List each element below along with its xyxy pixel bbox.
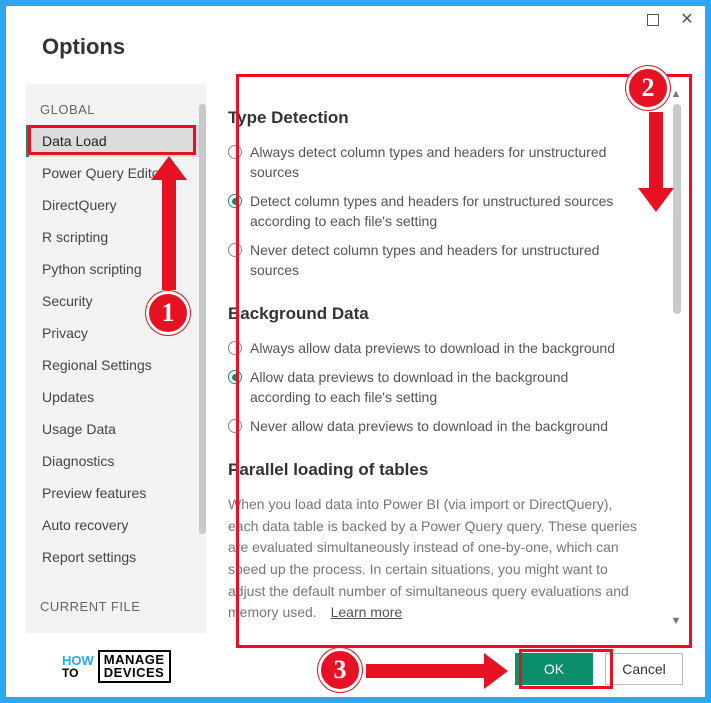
sidebar-item-auto-recovery[interactable]: Auto recovery <box>26 509 206 541</box>
dialog-footer: OK Cancel <box>515 653 683 685</box>
watermark-box: MANAGE DEVICES <box>98 650 171 683</box>
parallel-loading-text: When you load data into Power BI (via im… <box>228 490 638 624</box>
close-button[interactable]: ✕ <box>679 12 695 28</box>
radio-label: Detect column types and headers for unst… <box>250 192 628 231</box>
sidebar-item-cf-data-load[interactable]: Data Load <box>26 622 206 633</box>
sidebar-item-updates[interactable]: Updates <box>26 381 206 413</box>
radio-icon <box>228 370 242 384</box>
parallel-loading-body: When you load data into Power BI (via im… <box>228 496 637 620</box>
sidebar-item-regional-settings[interactable]: Regional Settings <box>26 349 206 381</box>
radio-icon <box>228 419 242 433</box>
radio-icon <box>228 194 242 208</box>
radio-icon <box>228 243 242 257</box>
annotation-badge-3: 3 <box>318 648 362 692</box>
radio-icon <box>228 341 242 355</box>
watermark-howto: HOW TO <box>62 654 94 679</box>
sidebar-item-report-settings[interactable]: Report settings <box>26 541 206 573</box>
radio-label: Always allow data previews to download i… <box>250 339 615 359</box>
maximize-button[interactable] <box>645 12 661 28</box>
radio-td-always[interactable]: Always detect column types and headers f… <box>228 138 628 187</box>
watermark: HOW TO MANAGE DEVICES <box>62 650 171 683</box>
scroll-up-icon[interactable]: ▲ <box>669 88 683 102</box>
cancel-button[interactable]: Cancel <box>605 653 683 685</box>
options-dialog: ✕ Options GLOBAL Data Load Power Query E… <box>6 6 705 697</box>
section-type-detection: Type Detection <box>228 108 667 128</box>
radio-bg-always[interactable]: Always allow data previews to download i… <box>228 334 628 364</box>
sidebar-item-diagnostics[interactable]: Diagnostics <box>26 445 206 477</box>
sidebar-item-python-scripting[interactable]: Python scripting <box>26 253 206 285</box>
sidebar-header-current-file: CURRENT FILE <box>26 573 206 622</box>
section-parallel-loading: Parallel loading of tables <box>228 460 667 480</box>
sidebar-item-directquery[interactable]: DirectQuery <box>26 189 206 221</box>
radio-label: Never allow data previews to download in… <box>250 417 608 437</box>
ok-button[interactable]: OK <box>515 653 593 685</box>
learn-more-link[interactable]: Learn more <box>331 604 403 620</box>
window-controls: ✕ <box>645 12 695 28</box>
radio-label: Never detect column types and headers fo… <box>250 241 628 280</box>
annotation-badge-1: 1 <box>146 291 190 335</box>
sidebar-item-usage-data[interactable]: Usage Data <box>26 413 206 445</box>
sidebar-item-preview-features[interactable]: Preview features <box>26 477 206 509</box>
sidebar-item-r-scripting[interactable]: R scripting <box>26 221 206 253</box>
radio-label: Allow data previews to download in the b… <box>250 368 628 407</box>
sidebar-item-data-load[interactable]: Data Load <box>26 125 206 157</box>
page-title: Options <box>6 6 705 60</box>
dialog-body: GLOBAL Data Load Power Query Editor Dire… <box>26 84 685 633</box>
scrollbar-thumb[interactable] <box>673 104 681 314</box>
content-pane: ▲ ▼ Type Detection Always detect column … <box>206 84 685 633</box>
annotation-badge-2: 2 <box>626 66 670 110</box>
radio-bg-perfile[interactable]: Allow data previews to download in the b… <box>228 363 628 412</box>
sidebar-header-global: GLOBAL <box>26 102 206 125</box>
section-background-data: Background Data <box>228 304 667 324</box>
radio-td-never[interactable]: Never detect column types and headers fo… <box>228 236 628 285</box>
radio-td-perfile[interactable]: Detect column types and headers for unst… <box>228 187 628 236</box>
scroll-down-icon[interactable]: ▼ <box>669 615 683 629</box>
radio-bg-never[interactable]: Never allow data previews to download in… <box>228 412 628 442</box>
radio-label: Always detect column types and headers f… <box>250 143 628 182</box>
radio-icon <box>228 145 242 159</box>
